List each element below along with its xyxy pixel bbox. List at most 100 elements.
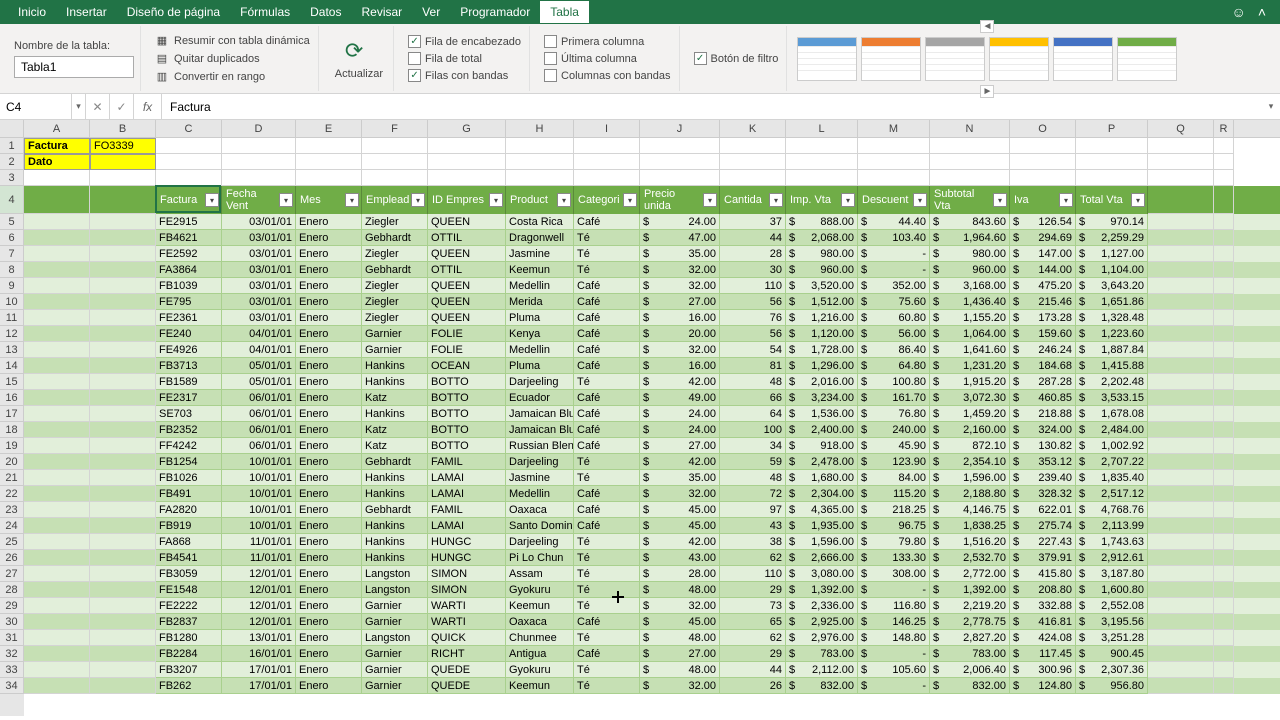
table-header-cell[interactable]: Descuent▾ [858,186,930,214]
table-cell[interactable]: $208.80 [1010,582,1076,598]
table-cell[interactable]: QUEDE [428,678,506,694]
fx-icon[interactable]: fx [134,94,162,119]
table-cell[interactable]: $45.00 [640,518,720,534]
column-header[interactable]: I [574,120,640,137]
row-header[interactable]: 19 [0,438,24,454]
table-cell[interactable]: $1,835.40 [1076,470,1148,486]
row-header[interactable]: 23 [0,502,24,518]
table-cell[interactable]: $45.00 [640,502,720,518]
filter-button-checkbox[interactable]: ✓Botón de filtro [692,51,781,66]
table-cell[interactable]: $2,188.80 [930,486,1010,502]
cell[interactable] [1148,566,1214,582]
table-cell[interactable]: Enero [296,406,362,422]
table-cell[interactable]: $60.80 [858,310,930,326]
table-cell[interactable]: $2,068.00 [786,230,858,246]
table-cell[interactable]: $1,743.63 [1076,534,1148,550]
table-header-cell[interactable]: Factura▾ [156,186,222,214]
table-cell[interactable]: $2,259.29 [1076,230,1148,246]
cell[interactable] [90,470,156,486]
table-cell[interactable]: $1,600.80 [1076,582,1148,598]
filter-dropdown-button[interactable]: ▾ [557,193,571,207]
table-cell[interactable]: Pluma [506,358,574,374]
ribbon-tab-datos[interactable]: Datos [300,1,351,23]
cell[interactable] [1148,138,1214,154]
ribbon-tab-inicio[interactable]: Inicio [8,1,56,23]
gallery-prev-button[interactable]: ◄ [980,20,994,33]
table-cell[interactable]: $3,195.56 [1076,614,1148,630]
cell[interactable] [90,310,156,326]
table-cell[interactable]: 76 [720,310,786,326]
table-cell[interactable]: $116.80 [858,598,930,614]
row-header[interactable]: 13 [0,342,24,358]
row-header[interactable]: 29 [0,598,24,614]
table-cell[interactable]: FB1254 [156,454,222,470]
table-cell[interactable]: Medellin [506,342,574,358]
table-cell[interactable]: Ziegler [362,278,428,294]
table-style-swatch[interactable] [861,37,921,81]
cell[interactable] [1214,646,1234,662]
table-cell[interactable]: Garnier [362,342,428,358]
table-cell[interactable]: Enero [296,390,362,406]
table-cell[interactable]: Café [574,406,640,422]
table-style-swatch[interactable] [989,37,1049,81]
table-cell[interactable]: 56 [720,294,786,310]
row-header[interactable]: 7 [0,246,24,262]
cell[interactable] [24,310,90,326]
table-cell[interactable]: Enero [296,342,362,358]
cell[interactable] [1214,566,1234,582]
table-cell[interactable]: 06/01/01 [222,406,296,422]
table-header-cell[interactable]: ID Empres▾ [428,186,506,214]
table-cell[interactable]: $27.00 [640,646,720,662]
cell[interactable] [24,646,90,662]
table-cell[interactable]: QUICK [428,630,506,646]
table-cell[interactable]: Té [574,454,640,470]
table-cell[interactable]: Garnier [362,598,428,614]
formula-expand-button[interactable]: ▾ [1262,94,1280,119]
row-header[interactable]: 26 [0,550,24,566]
row-header[interactable]: 24 [0,518,24,534]
table-cell[interactable]: $2,202.48 [1076,374,1148,390]
table-cell[interactable]: $240.00 [858,422,930,438]
table-cell[interactable]: $2,478.00 [786,454,858,470]
table-cell[interactable]: $218.25 [858,502,930,518]
table-cell[interactable]: 17/01/01 [222,678,296,694]
cell[interactable] [90,186,156,214]
table-cell[interactable]: FE795 [156,294,222,310]
cell[interactable] [858,138,930,154]
table-cell[interactable]: Té [574,246,640,262]
table-cell[interactable]: $227.43 [1010,534,1076,550]
table-cell[interactable]: $918.00 [786,438,858,454]
table-cell[interactable]: 65 [720,614,786,630]
table-cell[interactable]: 44 [720,230,786,246]
table-cell[interactable]: $3,251.28 [1076,630,1148,646]
cell[interactable] [24,454,90,470]
cell[interactable] [90,422,156,438]
table-header-cell[interactable]: Mes▾ [296,186,362,214]
table-cell[interactable]: $2,772.00 [930,566,1010,582]
table-cell[interactable]: 100 [720,422,786,438]
cell[interactable] [1148,374,1214,390]
table-cell[interactable]: $49.00 [640,390,720,406]
table-cell[interactable]: Té [574,262,640,278]
cell[interactable] [1148,310,1214,326]
table-cell[interactable]: $783.00 [786,646,858,662]
table-cell[interactable]: FA868 [156,534,222,550]
cell[interactable] [1214,614,1234,630]
cell[interactable] [1148,262,1214,278]
table-cell[interactable]: Jasmine [506,470,574,486]
row-header[interactable]: 18 [0,422,24,438]
cell[interactable] [1148,326,1214,342]
cell[interactable] [90,294,156,310]
cell[interactable] [24,294,90,310]
cell[interactable] [362,154,428,170]
table-cell[interactable]: Café [574,342,640,358]
banded-columns-checkbox[interactable]: Columnas con bandas [542,68,672,83]
cell[interactable] [1214,598,1234,614]
table-cell[interactable]: $1,127.00 [1076,246,1148,262]
table-cell[interactable]: 12/01/01 [222,566,296,582]
cell[interactable] [24,230,90,246]
table-cell[interactable]: $1,296.00 [786,358,858,374]
table-cell[interactable]: Enero [296,534,362,550]
cell[interactable] [156,170,222,186]
table-cell[interactable]: $123.90 [858,454,930,470]
